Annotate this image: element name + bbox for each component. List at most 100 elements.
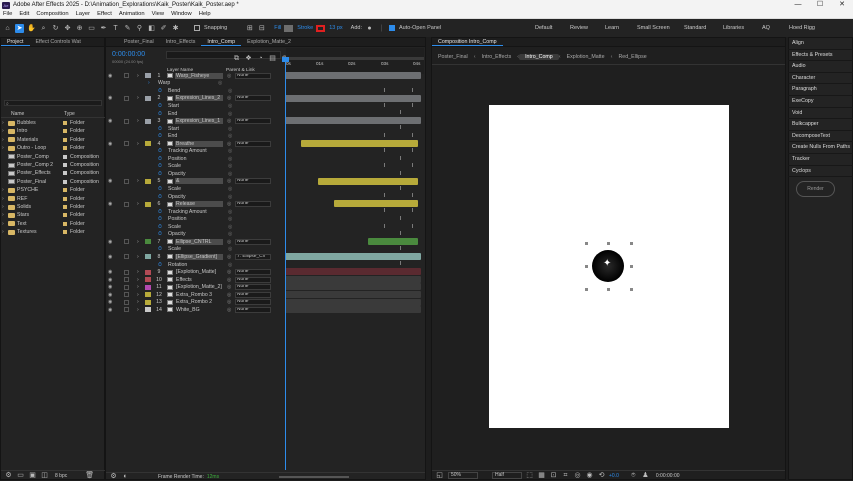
keyframe-icon[interactable]: I (412, 163, 413, 169)
stopwatch-icon[interactable]: ⏱ (158, 224, 166, 230)
visibility-eye-icon[interactable]: ◉ (108, 269, 116, 275)
expand-arrow-icon[interactable]: › (137, 307, 143, 313)
timeline-property-row[interactable]: ⏱ Scale ◎ (106, 163, 424, 171)
property-pickwhip-icon[interactable]: ◎ (228, 194, 234, 200)
exposure-reset-icon[interactable]: ⟲ (597, 471, 606, 480)
add-shape-icon[interactable]: ● (365, 24, 374, 33)
parent-select[interactable]: None (235, 72, 271, 79)
timeline-property-row[interactable]: ⏱ Opacity ◎ (106, 170, 424, 178)
work-area-bar[interactable] (286, 57, 424, 60)
layer-name[interactable]: Breathe (175, 140, 223, 147)
property-pickwhip-icon[interactable]: ◎ (228, 224, 234, 230)
keyframe-icon[interactable]: I (412, 133, 413, 139)
snap-edges-icon[interactable]: ⊟ (257, 24, 266, 33)
timeline-property-row[interactable]: ⏱ End ◎ (106, 110, 424, 118)
timeline-property-row[interactable]: ⏱ Opacity ◎ (106, 231, 424, 239)
layer-name[interactable]: & (175, 178, 223, 185)
expand-arrow-icon[interactable]: › (137, 269, 143, 275)
stopwatch-icon[interactable]: ⏱ (158, 194, 166, 200)
right-panel-item[interactable]: DecomposeText (788, 131, 853, 143)
layer-name[interactable]: Expresion_Lines_2 (175, 95, 223, 102)
project-settings-icon[interactable]: ◫ (40, 471, 49, 480)
expand-arrow-icon[interactable]: › (137, 292, 143, 298)
layer-name[interactable]: [Explotion_Matte_2] (175, 284, 223, 290)
timeline-property-row[interactable]: ⏱ Opacity ◎ (106, 193, 424, 201)
parent-select[interactable]: None (235, 269, 271, 276)
workspace-review[interactable]: Review (570, 25, 588, 31)
workspace-libraries[interactable]: Libraries (723, 25, 744, 31)
right-panel-item[interactable]: Cyclops (788, 166, 853, 178)
right-panel-item[interactable]: Audio (788, 61, 853, 73)
layer-duration-bar[interactable] (285, 306, 421, 314)
expand-arrow-icon[interactable]: › (137, 254, 143, 260)
stopwatch-icon[interactable]: ⏱ (158, 171, 166, 177)
keyframe-icon[interactable]: I (400, 261, 401, 267)
keyframe-icon[interactable]: I (400, 125, 401, 131)
right-panel-item[interactable]: Align (788, 38, 853, 50)
timeline-property-row[interactable]: ⏱ Position ◎ (106, 215, 424, 223)
solo-toggle[interactable] (124, 118, 129, 124)
exposure-value[interactable]: +0.0 (609, 473, 619, 479)
layer-label-color[interactable] (145, 307, 151, 313)
solo-toggle[interactable] (124, 239, 129, 245)
trash-icon[interactable]: 🗑 (85, 471, 94, 480)
parent-pickwhip-icon[interactable]: ◎ (227, 141, 233, 147)
expand-arrow-icon[interactable]: › (2, 120, 6, 126)
menu-view[interactable]: View (152, 11, 164, 17)
parent-select[interactable]: None (235, 201, 271, 208)
project-item[interactable]: › REF Folder (1, 195, 105, 203)
time-ruler[interactable]: 0s 01s 02s 03s 04s (286, 48, 424, 74)
pen-tool-icon[interactable]: ✒ (99, 24, 108, 33)
new-comp-icon[interactable]: ▣ (28, 471, 37, 480)
keyframe-icon[interactable]: I (400, 216, 401, 222)
right-panel-item[interactable]: Paragraph (788, 84, 853, 96)
menu-edit[interactable]: Edit (19, 11, 29, 17)
parent-pickwhip-icon[interactable]: ◎ (227, 178, 233, 184)
parent-pickwhip-icon[interactable]: ◎ (227, 73, 233, 79)
timeline-property-row[interactable]: ⏱ Scale ◎ (106, 223, 424, 231)
resolution-select[interactable]: Half (492, 472, 522, 479)
keyframe-icon[interactable]: I (384, 133, 385, 139)
parent-select[interactable]: None (235, 299, 271, 306)
maximize-button[interactable]: ☐ (809, 0, 831, 10)
layer-name[interactable]: Extra_Rombo 2 (175, 299, 223, 305)
keyframe-icon[interactable]: I (384, 103, 385, 109)
expand-arrow-icon[interactable]: › (2, 145, 6, 151)
menu-window[interactable]: Window (171, 11, 192, 17)
property-pickwhip-icon[interactable]: ◎ (228, 126, 234, 132)
puppet-pin-icon[interactable]: ✱ (171, 24, 180, 33)
layer-duration-bar[interactable] (301, 139, 418, 147)
parent-select[interactable]: None (235, 95, 271, 102)
visibility-eye-icon[interactable]: ◉ (108, 277, 116, 283)
parent-select[interactable]: None (235, 238, 271, 245)
parent-select[interactable]: None (235, 118, 271, 125)
playhead-line[interactable] (285, 58, 286, 470)
timeline-property-row[interactable]: ⏱ Start ◎ (106, 125, 424, 133)
label-color-swatch[interactable] (63, 154, 67, 159)
stopwatch-icon[interactable]: ⏱ (158, 231, 166, 237)
keyframe-icon[interactable]: I (412, 103, 413, 109)
keyframe-icon[interactable]: I (412, 193, 413, 199)
brush-tool-icon[interactable]: ✎ (123, 24, 132, 33)
crumb-intro-comp[interactable]: Intro_Comp (519, 53, 559, 60)
layer-label-color[interactable] (145, 284, 151, 290)
label-color-swatch[interactable] (63, 205, 67, 209)
layer-duration-bar[interactable] (285, 298, 421, 306)
layer-duration-bar[interactable] (334, 200, 418, 208)
right-panel-item[interactable]: ExeCopy (788, 96, 853, 108)
keyframe-icon[interactable]: I (400, 156, 401, 162)
timeline-property-row[interactable]: ⏱ Rotation ◎ (106, 261, 424, 269)
layer-label-color[interactable] (145, 269, 151, 275)
layer-label-color[interactable] (145, 292, 151, 298)
visibility-eye-icon[interactable]: ◉ (108, 284, 116, 290)
project-item[interactable]: › PSYCHE Folder (1, 186, 105, 194)
layer-duration-bar[interactable] (318, 177, 418, 185)
layer-name[interactable]: Extra_Rombo 3 (175, 292, 223, 298)
layer-label-color[interactable] (145, 73, 151, 79)
expand-arrow-icon[interactable]: › (137, 201, 143, 207)
solo-toggle[interactable] (124, 269, 129, 275)
expand-arrow-icon[interactable]: › (2, 204, 6, 210)
bbox-handle[interactable] (585, 242, 588, 245)
timeline-property-row[interactable]: ⏱ Position ◎ (106, 155, 424, 163)
crumb-intro-effects[interactable]: Intro_Effects (476, 54, 518, 60)
